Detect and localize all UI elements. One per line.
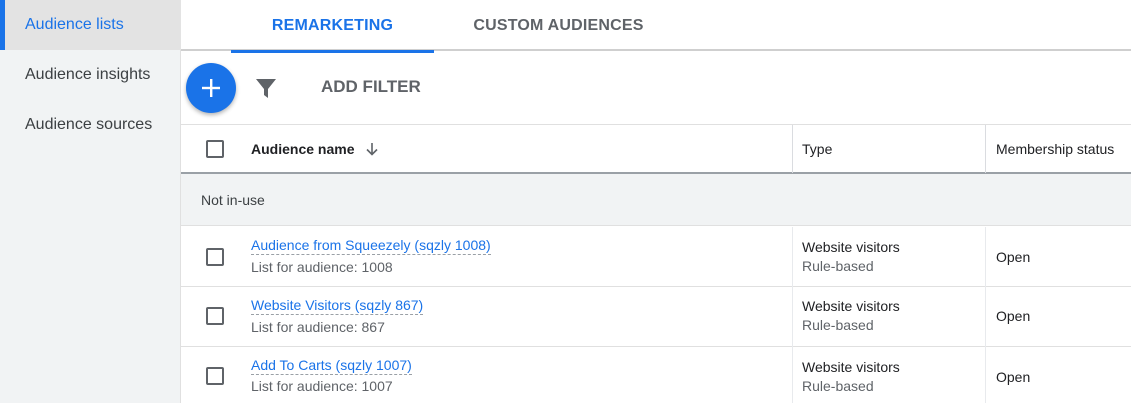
- table-row: Website Visitors (sqzly 867) List for au…: [181, 287, 1131, 347]
- column-header-type[interactable]: Type: [802, 125, 832, 173]
- table-row: Audience from Squeezely (sqzly 1008) Lis…: [181, 227, 1131, 287]
- sidebar-item-audience-insights[interactable]: Audience insights: [0, 50, 181, 100]
- tab-label: REMARKETING: [271, 16, 394, 34]
- column-divider: [792, 347, 793, 403]
- sidebar-item-audience-lists[interactable]: Audience lists: [0, 0, 181, 50]
- sidebar-nav: Audience lists Audience insights Audienc…: [0, 0, 181, 403]
- sidebar-item-label: Audience sources: [25, 116, 153, 133]
- row-checkbox[interactable]: [206, 367, 224, 385]
- tab-remarketing[interactable]: REMARKETING: [231, 0, 434, 53]
- audience-type: Website visitors: [802, 298, 900, 314]
- audience-type-detail: Rule-based: [802, 258, 874, 274]
- audience-type-detail: Rule-based: [802, 317, 874, 333]
- membership-status: Open: [996, 369, 1031, 385]
- table-header: Audience name Type Membership status: [181, 124, 1131, 174]
- group-header-not-in-use: Not in-use: [181, 174, 1131, 226]
- column-divider: [792, 287, 793, 347]
- audience-table: Audience name Type Membership status Not…: [181, 124, 1131, 403]
- column-divider: [985, 227, 986, 287]
- column-header-audience-name[interactable]: Audience name: [251, 125, 380, 173]
- column-label: Membership status: [996, 141, 1115, 157]
- audience-type: Website visitors: [802, 239, 900, 255]
- add-filter-button[interactable]: ADD FILTER: [321, 77, 421, 97]
- audience-type-detail: Rule-based: [802, 378, 874, 394]
- audience-list-id: List for audience: 1008: [251, 259, 393, 275]
- column-label: Audience name: [251, 141, 355, 157]
- column-divider: [985, 347, 986, 403]
- audience-name-link[interactable]: Website Visitors (sqzly 867): [251, 297, 424, 315]
- row-checkbox[interactable]: [206, 248, 224, 266]
- tab-custom-audiences[interactable]: CUSTOM AUDIENCES: [461, 0, 656, 51]
- column-header-membership-status[interactable]: Membership status: [996, 125, 1114, 173]
- tab-label: CUSTOM AUDIENCES: [473, 16, 644, 34]
- sidebar-item-label: Audience insights: [25, 66, 151, 83]
- sidebar-item-audience-sources[interactable]: Audience sources: [0, 100, 181, 150]
- filter-icon[interactable]: [254, 76, 278, 100]
- select-all-checkbox[interactable]: [206, 140, 224, 158]
- column-label: Type: [802, 141, 833, 157]
- audience-type: Website visitors: [802, 359, 900, 375]
- group-label: Not in-use: [201, 191, 265, 208]
- column-divider: [792, 125, 793, 173]
- sidebar-item-label: Audience lists: [25, 16, 124, 33]
- add-audience-button[interactable]: [186, 63, 236, 113]
- plus-icon: [202, 79, 220, 97]
- audience-list-id: List for audience: 1007: [251, 378, 393, 394]
- arrow-down-icon: [366, 143, 379, 156]
- audience-name-link[interactable]: Add To Carts (sqzly 1007): [251, 357, 412, 375]
- membership-status: Open: [996, 308, 1031, 324]
- row-checkbox[interactable]: [206, 307, 224, 325]
- column-divider: [792, 227, 793, 287]
- tab-bar: REMARKETING CUSTOM AUDIENCES: [181, 0, 1131, 53]
- audience-name-link[interactable]: Audience from Squeezely (sqzly 1008): [251, 237, 491, 255]
- table-row: Add To Carts (sqzly 1007) List for audie…: [181, 347, 1131, 403]
- audience-list-id: List for audience: 867: [251, 319, 385, 335]
- toolbar: ADD FILTER: [181, 53, 1131, 124]
- membership-status: Open: [996, 249, 1031, 265]
- column-divider: [985, 287, 986, 347]
- column-divider: [985, 125, 986, 173]
